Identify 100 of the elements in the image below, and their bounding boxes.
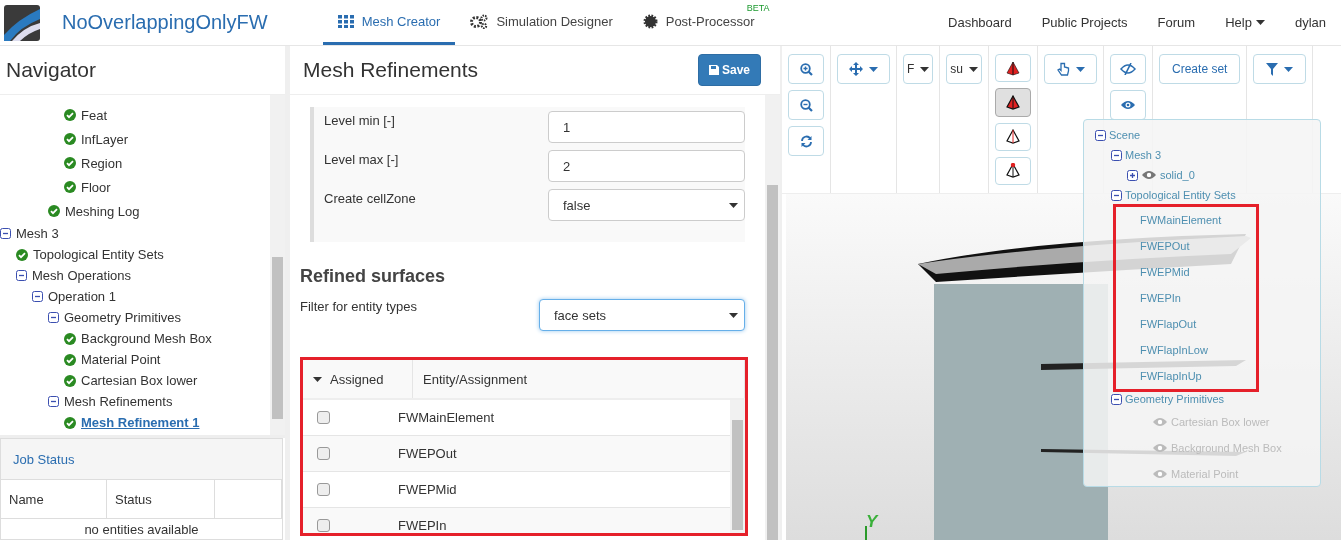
scene-item[interactable]: Mesh 3 bbox=[1111, 145, 1320, 165]
collapse-icon[interactable] bbox=[32, 291, 43, 302]
check-icon bbox=[64, 353, 76, 366]
column-header: Name bbox=[1, 480, 107, 518]
tree-item[interactable]: Feat bbox=[64, 104, 107, 126]
pointer-icon bbox=[1056, 61, 1070, 77]
save-button[interactable]: Save bbox=[697, 54, 761, 86]
collapse-icon[interactable] bbox=[48, 396, 59, 407]
eye-icon[interactable] bbox=[1141, 170, 1157, 180]
cog-icon bbox=[642, 13, 658, 29]
beta-label: BETA bbox=[746, 3, 770, 13]
refresh-icon bbox=[799, 134, 813, 148]
checkbox[interactable] bbox=[317, 447, 330, 460]
save-icon bbox=[708, 65, 719, 75]
caret-icon bbox=[729, 202, 738, 208]
section-heading: Refined surfaces bbox=[300, 266, 447, 287]
checkbox[interactable] bbox=[317, 519, 330, 532]
check-icon bbox=[64, 133, 76, 145]
scrollbar[interactable] bbox=[765, 95, 780, 540]
check-icon bbox=[64, 416, 76, 429]
collapse-icon[interactable] bbox=[0, 228, 11, 239]
dropdown-button[interactable] bbox=[1044, 54, 1098, 84]
caret-icon bbox=[969, 66, 979, 72]
tree-item[interactable]: Topological Entity Sets bbox=[16, 244, 164, 265]
table-cell-text: FWMainElement bbox=[398, 410, 496, 425]
tree-item[interactable]: Meshing Log bbox=[48, 200, 140, 222]
check-icon bbox=[64, 181, 76, 193]
field-label: Filter for entity types bbox=[300, 299, 419, 316]
collapse-icon[interactable] bbox=[16, 270, 27, 281]
caret-icon bbox=[920, 66, 930, 72]
caret-icon bbox=[869, 66, 878, 72]
tree-item[interactable]: Material Point bbox=[64, 349, 161, 370]
field-label: Level max [-] bbox=[324, 151, 400, 169]
check-icon bbox=[64, 109, 76, 121]
dropdown-button[interactable] bbox=[837, 54, 890, 84]
logo-icon bbox=[4, 5, 40, 41]
scene-item[interactable]: Scene bbox=[1095, 125, 1320, 145]
caret-icon bbox=[1075, 66, 1085, 72]
dropdown-button[interactable] bbox=[1253, 54, 1307, 84]
toolbar-button[interactable] bbox=[995, 156, 1032, 185]
axis-label: Y bbox=[866, 512, 878, 532]
nav-link[interactable]: Public Projects bbox=[1026, 0, 1143, 45]
table-cell-text: FWEPOut bbox=[398, 446, 458, 461]
panel-title: Job Status bbox=[13, 451, 75, 467]
tetrahedron-icon bbox=[1005, 94, 1022, 110]
tree-item[interactable]: Geometry Primitives bbox=[48, 307, 182, 328]
tree-item[interactable]: Region bbox=[64, 152, 123, 174]
nav-tab[interactable]: Simulation Designer bbox=[455, 0, 628, 45]
field-label: Level min [-] bbox=[324, 112, 396, 130]
eye-icon bbox=[1120, 100, 1137, 110]
caret-icon bbox=[1284, 66, 1294, 72]
caret-icon bbox=[729, 312, 738, 318]
gears-icon bbox=[470, 13, 489, 29]
nav-link[interactable]: Dashboard bbox=[933, 0, 1027, 45]
zoom-in-icon bbox=[799, 62, 813, 76]
collapse-icon[interactable] bbox=[1111, 393, 1122, 405]
scrollbar[interactable] bbox=[270, 95, 285, 435]
tree-item[interactable]: Mesh Operations bbox=[16, 265, 131, 286]
tree-item[interactable]: Mesh Refinement 1 bbox=[64, 412, 200, 433]
toolbar-button[interactable] bbox=[995, 122, 1032, 151]
panel-title: Mesh Refinements bbox=[303, 58, 479, 82]
tree-item[interactable]: Operation 1 bbox=[32, 286, 116, 307]
zoom-out-icon bbox=[799, 98, 813, 112]
collapse-icon[interactable] bbox=[1111, 189, 1122, 201]
toolbar-button[interactable] bbox=[995, 88, 1032, 117]
tree-item[interactable]: Mesh 3 bbox=[0, 223, 59, 244]
select-field[interactable]: F bbox=[903, 54, 934, 84]
select-field[interactable]: su bbox=[946, 54, 983, 84]
toolbar-button[interactable] bbox=[995, 54, 1032, 83]
nav-link[interactable]: dylan bbox=[1279, 0, 1341, 45]
check-icon bbox=[64, 157, 76, 169]
tree-item[interactable]: InfLayer bbox=[64, 128, 128, 150]
empty-message: no entities available bbox=[83, 521, 200, 537]
column-header[interactable]: Assigned bbox=[303, 360, 413, 398]
column-header[interactable]: Entity/Assignment bbox=[413, 360, 745, 398]
scrollbar[interactable] bbox=[730, 400, 745, 533]
nav-link[interactable]: Forum bbox=[1142, 0, 1211, 45]
input-field[interactable]: 2 bbox=[548, 150, 745, 182]
tetrahedron-icon bbox=[1005, 60, 1022, 76]
tree-item[interactable]: Mesh Refinements bbox=[48, 391, 173, 412]
collapse-icon[interactable] bbox=[1111, 149, 1122, 161]
nav-link[interactable]: Help bbox=[1210, 0, 1280, 45]
field-label: Create cellZone bbox=[324, 190, 417, 208]
tree-item[interactable]: Cartesian Box lower bbox=[64, 370, 198, 391]
check-icon bbox=[64, 374, 76, 387]
checkbox[interactable] bbox=[317, 411, 330, 424]
select-field[interactable]: face sets bbox=[539, 299, 745, 331]
scene-item[interactable]: solid_0 bbox=[1127, 165, 1320, 185]
tree-item[interactable]: Background Mesh Box bbox=[64, 328, 212, 349]
checkbox[interactable] bbox=[317, 483, 330, 496]
select-field[interactable]: false bbox=[548, 189, 745, 221]
collapse-icon[interactable] bbox=[1095, 129, 1106, 141]
tetrahedron-icon bbox=[1005, 163, 1022, 179]
input-field[interactable]: 1 bbox=[548, 111, 745, 143]
create-set-button[interactable]: Create set bbox=[1159, 54, 1241, 84]
column-header: Status bbox=[107, 480, 215, 518]
collapse-icon[interactable] bbox=[48, 312, 59, 323]
table-cell-text: FWEPMid bbox=[398, 482, 458, 497]
expand-icon[interactable] bbox=[1127, 169, 1138, 181]
tree-item[interactable]: Floor bbox=[64, 176, 111, 198]
